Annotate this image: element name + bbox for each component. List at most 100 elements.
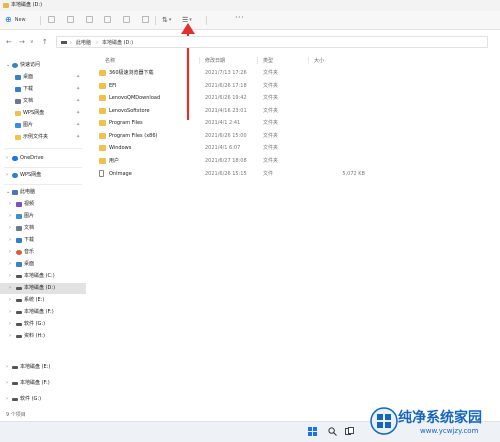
sidebar-item-this-pc[interactable]: ⌄ 此电脑 — [0, 187, 86, 198]
file-row[interactable]: LenovoQMDownload 2021/6/26 19:42 文件夹 — [96, 92, 396, 104]
sidebar-item-drive-c[interactable]: › 本地磁盘 (C:) — [0, 271, 86, 282]
status-bar: 9 个项目 — [6, 412, 26, 418]
chevron-right-icon[interactable]: › — [9, 259, 11, 270]
star-icon — [12, 63, 18, 68]
forward-button[interactable]: → — [19, 37, 25, 47]
sidebar-label: 音乐 — [24, 249, 35, 255]
sidebar-item-downloads[interactable]: 下载 ✦ — [0, 84, 86, 95]
chevron-right-icon[interactable]: › — [9, 271, 11, 282]
search-icon[interactable] — [328, 427, 337, 436]
column-divider[interactable] — [257, 57, 258, 64]
file-row[interactable]: 360极速浏览器下载 2021/7/13 17:26 文件夹 — [96, 67, 396, 79]
chevron-right-icon[interactable]: › — [9, 223, 11, 234]
chevron-right-icon[interactable]: › — [9, 307, 11, 318]
file-row[interactable]: 用户 2021/6/27 18:08 文件夹 — [96, 155, 396, 167]
delete-icon[interactable] — [142, 16, 149, 23]
column-divider[interactable] — [308, 57, 309, 64]
sort-button[interactable]: ⇅ ▾ — [162, 14, 171, 26]
sidebar-item-drive-f[interactable]: › 本地磁盘 (F:) — [0, 307, 86, 318]
file-type: 文件夹 — [263, 70, 279, 76]
chevron-right-icon[interactable]: › — [9, 199, 11, 210]
sidebar-item-drive-e[interactable]: › 系统 (E:) — [0, 295, 86, 306]
chevron-right-icon[interactable]: › — [9, 331, 11, 342]
sidebar-divider — [4, 184, 82, 185]
chevron-right-icon[interactable]: › — [9, 319, 11, 330]
chevron-right-icon[interactable]: › — [9, 295, 11, 306]
file-date: 2021/4/16 23:01 — [205, 108, 247, 114]
column-size[interactable]: 大小 — [314, 57, 324, 66]
sidebar-item-drive-h[interactable]: › 资料 (H:) — [0, 331, 86, 342]
chevron-right-icon[interactable]: › — [9, 283, 11, 294]
sidebar-label: 资料 (H:) — [24, 333, 45, 339]
copy-icon[interactable] — [67, 16, 74, 23]
cloud-icon — [12, 156, 18, 161]
column-date[interactable]: 修改日期 — [205, 57, 225, 66]
sidebar-item-sample-folder[interactable]: 示例文件夹 ✦ — [0, 132, 86, 143]
rename-icon[interactable] — [104, 16, 111, 23]
computer-icon — [12, 190, 18, 195]
chevron-down-icon[interactable]: ⌄ — [6, 60, 10, 71]
folder-icon — [99, 70, 106, 76]
drive-icon — [16, 299, 22, 302]
breadcrumb-drive-d[interactable]: 本地磁盘 (D:) — [102, 37, 133, 49]
download-icon — [16, 238, 22, 243]
task-view-icon[interactable] — [345, 427, 354, 436]
sidebar-item-drive-g[interactable]: › 软件 (G:) — [0, 319, 86, 330]
chevron-down-icon[interactable]: ∨ — [30, 37, 34, 47]
file-row[interactable]: Program Files 2021/4/1 2:41 文件夹 — [96, 117, 396, 129]
chevron-right-icon[interactable]: › — [6, 394, 8, 405]
sidebar-item-videos[interactable]: › 视频 — [0, 199, 86, 210]
file-row[interactable]: OnImage 2021/6/26 15:15 文件 5,072 KB — [96, 168, 396, 180]
chevron-right-icon[interactable]: › — [6, 153, 8, 164]
sidebar-item-wps[interactable]: WPS网盘 ✦ — [0, 108, 86, 119]
sidebar-item-wps-cloud[interactable]: › WPS网盘 — [0, 170, 86, 181]
up-button[interactable]: ↑ — [42, 37, 48, 47]
sidebar-item-pc-pictures[interactable]: › 图片 — [0, 211, 86, 222]
file-row[interactable]: LenovoSoftstore 2021/4/16 23:01 文件夹 — [96, 105, 396, 117]
pin-icon: ✦ — [76, 110, 81, 116]
back-button[interactable]: ← — [6, 37, 12, 47]
new-button[interactable]: ⊕ New — [5, 14, 26, 26]
column-name[interactable]: 名称 — [105, 57, 115, 66]
sidebar-item-pc-documents[interactable]: › 文档 — [0, 223, 86, 234]
sidebar-label: 软件 (G:) — [20, 396, 42, 402]
chevron-right-icon[interactable]: › — [6, 378, 8, 389]
command-bar: ⊕ New ⇅ ▾ ☰ ▾ ··· — [0, 11, 500, 30]
address-bar[interactable]: › 此电脑 › 本地磁盘 (D:) — [56, 36, 488, 48]
share-icon[interactable] — [123, 16, 130, 23]
sidebar-item-pc-downloads[interactable]: › 下载 — [0, 235, 86, 246]
more-options-button[interactable]: ··· — [235, 13, 244, 22]
sidebar-item-desktop[interactable]: 桌面 ✦ — [0, 72, 86, 83]
file-name: Windows — [109, 145, 132, 151]
cut-icon[interactable] — [48, 16, 55, 23]
chevron-right-icon[interactable]: › — [9, 247, 11, 258]
chevron-right-icon[interactable]: › — [6, 170, 8, 181]
chevron-down-icon[interactable]: ⌄ — [6, 187, 10, 198]
sidebar-item-documents[interactable]: 文档 ✦ — [0, 96, 86, 107]
chevron-right-icon[interactable]: › — [9, 235, 11, 246]
sidebar-item-network-drive-e[interactable]: › 本地磁盘 (E:) — [0, 362, 86, 373]
drive-icon — [16, 311, 22, 314]
column-type[interactable]: 类型 — [263, 57, 273, 66]
start-icon[interactable] — [308, 427, 317, 436]
sidebar-item-network-drive-f[interactable]: › 本地磁盘 (F:) — [0, 378, 86, 389]
sidebar-item-pictures[interactable]: 图片 ✦ — [0, 120, 86, 131]
wps-folder-icon — [15, 111, 21, 116]
sidebar-quick-access[interactable]: ⌄ 快速访问 — [0, 60, 86, 71]
sidebar-item-network-drive-g[interactable]: › 软件 (G:) — [0, 394, 86, 405]
breadcrumb-this-pc[interactable]: 此电脑 — [76, 37, 91, 49]
paste-icon[interactable] — [86, 16, 93, 23]
chevron-right-icon[interactable]: › — [6, 362, 8, 373]
chevron-right-icon[interactable]: › — [9, 211, 11, 222]
sidebar-item-onedrive[interactable]: › OneDrive — [0, 153, 86, 164]
sidebar-item-pc-desktop[interactable]: › 桌面 — [0, 259, 86, 270]
sidebar-item-music[interactable]: › 音乐 — [0, 247, 86, 258]
sidebar-item-drive-d[interactable]: › 本地磁盘 (D:) — [0, 283, 86, 294]
file-row[interactable]: Windows 2021/4/1 6:07 文件夹 — [96, 142, 396, 154]
file-row[interactable]: EFI 2021/6/26 17:18 文件夹 — [96, 80, 396, 92]
column-divider[interactable] — [199, 57, 200, 64]
file-date: 2021/6/26 19:42 — [205, 95, 247, 101]
toolbar-separator — [40, 16, 41, 25]
pin-icon: ✦ — [76, 98, 81, 104]
file-row[interactable]: Program Files (x86) 2021/6/26 15:00 文件夹 — [96, 130, 396, 142]
